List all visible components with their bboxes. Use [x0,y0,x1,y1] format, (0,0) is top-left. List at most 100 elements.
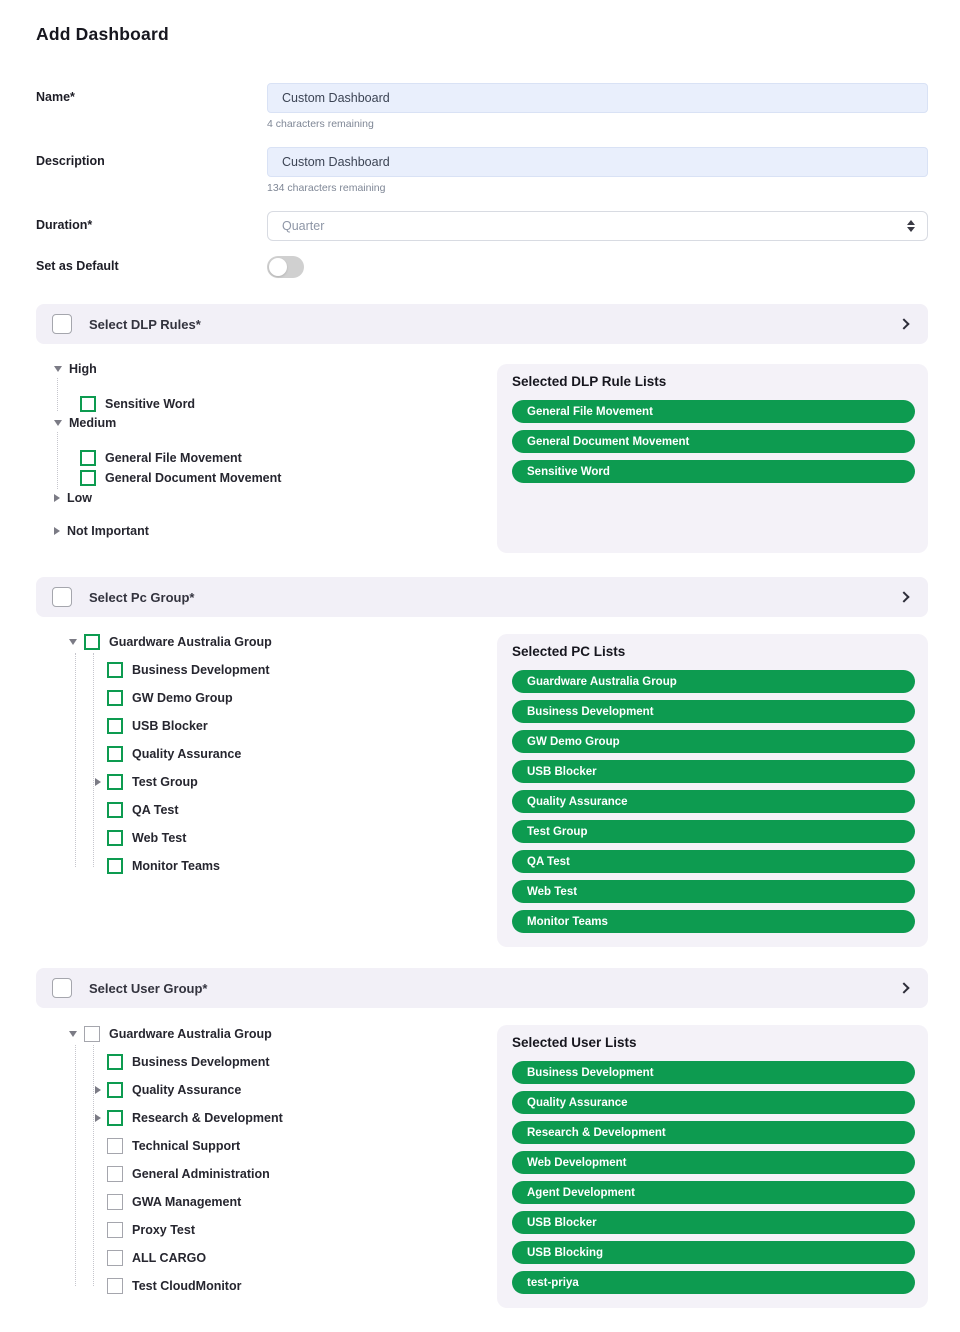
expand-arrow-icon[interactable] [54,494,60,502]
unchecked-checkbox[interactable] [107,1194,123,1210]
tree-node-label[interactable]: Medium [69,416,116,430]
selected-pill: Web Development [512,1151,915,1174]
description-field-wrap: 134 characters remaining [267,147,928,194]
unchecked-checkbox[interactable] [107,1138,123,1154]
pc-node: Monitor Teams [36,858,497,874]
checked-checkbox[interactable] [80,450,96,466]
user-section-header[interactable]: Select User Group* [36,968,928,1008]
user-expand-chevron-icon[interactable] [898,982,909,993]
dlp-section-header[interactable]: Select DLP Rules* [36,304,928,344]
name-row: Name* 4 characters remaining [36,83,928,130]
tree-guide-line [57,432,58,489]
tree-node-label[interactable]: High [69,362,97,376]
checked-checkbox[interactable] [107,858,123,874]
tree-node-label[interactable]: ALL CARGO [132,1251,206,1265]
checked-checkbox[interactable] [107,1054,123,1070]
expand-arrow-icon[interactable] [95,1086,101,1094]
checked-checkbox[interactable] [80,470,96,486]
pc-select-all-checkbox[interactable] [52,587,72,607]
unchecked-checkbox[interactable] [107,1278,123,1294]
selected-pill: USB Blocker [512,1211,915,1234]
selected-pill: Business Development [512,700,915,723]
checked-checkbox[interactable] [107,690,123,706]
tree-node-label[interactable]: Test Group [132,775,198,789]
tree-node-label[interactable]: Sensitive Word [105,397,195,411]
description-row: Description 134 characters remaining [36,147,928,194]
dlp-select-all-checkbox[interactable] [52,314,72,334]
expand-arrow-icon[interactable] [95,1114,101,1122]
collapse-arrow-icon[interactable] [69,639,77,645]
panel-title: Selected PC Lists [512,644,915,659]
description-input[interactable] [267,147,928,177]
tree-node-label[interactable]: Business Development [132,663,270,677]
selected-pill: Web Test [512,880,915,903]
checked-checkbox[interactable] [107,830,123,846]
name-field-wrap: 4 characters remaining [267,83,928,130]
tree-node-label[interactable]: Quality Assurance [132,747,241,761]
user-select-all-checkbox[interactable] [52,978,72,998]
tree-node-label[interactable]: USB Blocker [132,719,208,733]
tree-node-label[interactable]: Low [67,491,92,505]
tree-node-label[interactable]: Technical Support [132,1139,240,1153]
expand-arrow-icon[interactable] [54,527,60,535]
tree-node-label[interactable]: Test CloudMonitor [132,1279,241,1293]
collapse-arrow-icon[interactable] [54,420,62,426]
set-default-toggle[interactable] [267,256,304,278]
unchecked-checkbox[interactable] [107,1250,123,1266]
unchecked-checkbox[interactable] [107,1222,123,1238]
tree-node-label[interactable]: General File Movement [105,451,242,465]
tree-node-label[interactable]: General Administration [132,1167,270,1181]
tree-node-label[interactable]: Guardware Australia Group [109,635,272,649]
checked-checkbox[interactable] [107,718,123,734]
pc-node: Web Test [36,830,497,846]
tree-node-label[interactable]: GW Demo Group [132,691,233,705]
pc-expand-chevron-icon[interactable] [898,591,909,602]
user-node: GWA Management [36,1194,497,1210]
checked-checkbox[interactable] [107,1082,123,1098]
selected-pc-panel: Selected PC Lists Guardware Australia Gr… [497,634,928,947]
dlp-group-not-important: Not Important [36,523,497,539]
dlp-expand-chevron-icon[interactable] [898,318,909,329]
checked-checkbox[interactable] [107,1110,123,1126]
description-label: Description [36,147,267,168]
user-node: Business Development [36,1054,497,1070]
duration-row: Duration* Quarter [36,211,928,241]
name-input[interactable] [267,83,928,113]
selected-pill: Research & Development [512,1121,915,1144]
unchecked-checkbox[interactable] [107,1166,123,1182]
tree-node-label[interactable]: Not Important [67,524,149,538]
pc-section-header[interactable]: Select Pc Group* [36,577,928,617]
collapse-arrow-icon[interactable] [69,1031,77,1037]
selected-pill: Sensitive Word [512,460,915,483]
checked-checkbox[interactable] [84,634,100,650]
tree-guide-line [93,1045,94,1286]
selected-pill: Test Group [512,820,915,843]
user-root-node: Guardware Australia Group [36,1026,497,1042]
checked-checkbox[interactable] [80,396,96,412]
checked-checkbox[interactable] [107,746,123,762]
tree-node-label[interactable]: Proxy Test [132,1223,195,1237]
checked-checkbox[interactable] [107,662,123,678]
tree-node-label[interactable]: GWA Management [132,1195,241,1209]
checked-checkbox[interactable] [107,774,123,790]
tree-node-label[interactable]: Monitor Teams [132,859,220,873]
tree-node-label[interactable]: Research & Development [132,1111,283,1125]
tree-node-label[interactable]: Guardware Australia Group [109,1027,272,1041]
expand-arrow-icon[interactable] [95,778,101,786]
toggle-knob [269,258,287,276]
collapse-arrow-icon[interactable] [54,366,62,372]
tree-node-label[interactable]: Business Development [132,1055,270,1069]
tree-node-label[interactable]: Web Test [132,831,186,845]
pc-node: USB Blocker [36,718,497,734]
user-section-body: Guardware Australia Group Business Devel… [36,1008,928,1308]
page-title: Add Dashboard [36,24,928,45]
tree-guide-line [75,653,76,867]
pc-node: Business Development [36,662,497,678]
dlp-group-low: Low [36,490,497,506]
tree-node-label[interactable]: General Document Movement [105,471,281,485]
unchecked-checkbox[interactable] [84,1026,100,1042]
tree-node-label[interactable]: QA Test [132,803,179,817]
checked-checkbox[interactable] [107,802,123,818]
duration-select[interactable]: Quarter [267,211,928,241]
tree-node-label[interactable]: Quality Assurance [132,1083,241,1097]
